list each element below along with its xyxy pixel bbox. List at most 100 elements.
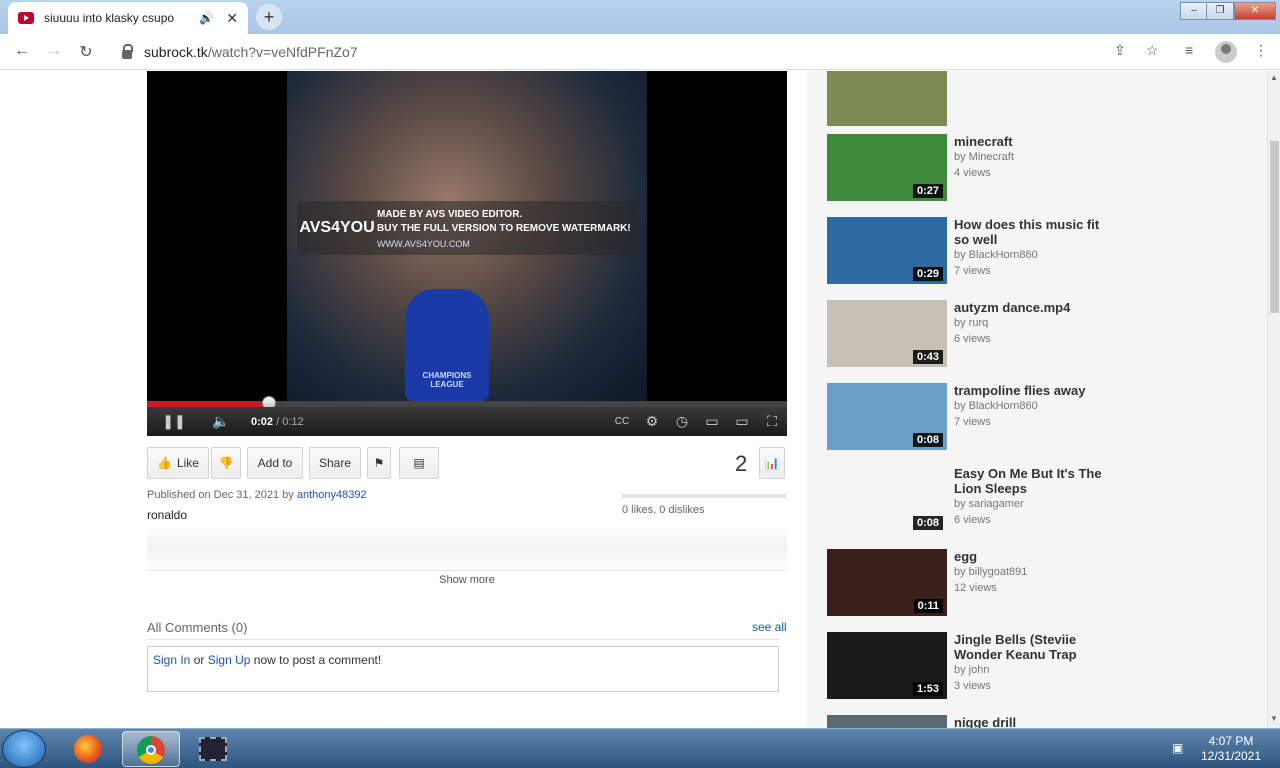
captions-icon[interactable]: CC <box>607 416 637 427</box>
share-button[interactable]: Share <box>309 447 361 479</box>
video-thumbnail[interactable] <box>827 715 947 728</box>
related-video-title[interactable]: minecraft <box>954 134 1114 149</box>
related-video-author: by billygoat891 <box>954 566 1028 578</box>
related-video-item[interactable]: 0:11 egg by billygoat891 12 views <box>827 549 1227 619</box>
like-label: Like <box>176 456 199 470</box>
player-controls: ❚❚ 🔈 0:02 / 0:12 CC ⚙ ◷ ▭ ▭ ⛶ <box>147 407 787 436</box>
profile-avatar[interactable] <box>1215 41 1237 63</box>
firefox-icon <box>74 735 102 763</box>
video-thumbnail[interactable]: videos <box>827 71 947 126</box>
video-thumbnail[interactable]: 0:29 <box>827 217 947 284</box>
video-frame[interactable]: CHAMPIONS LEAGUE AVS4YOU MADE BY AVS VID… <box>287 71 647 401</box>
new-tab-button[interactable]: + <box>256 4 282 30</box>
related-video-item[interactable]: 0:27 minecraft by Minecraft 4 views <box>827 134 1227 204</box>
see-all-link[interactable]: see all <box>752 620 787 634</box>
video-thumbnail[interactable]: 0:43 <box>827 300 947 367</box>
video-thumbnail[interactable]: 0:11 <box>827 549 947 616</box>
pause-icon[interactable]: ❚❚ <box>147 413 201 430</box>
related-video-title[interactable]: Cool videos <box>954 71 1114 74</box>
url-path: /watch?v=veNfdPFnZo7 <box>207 44 358 60</box>
likes-dislikes-count: 0 likes, 0 dislikes <box>622 504 705 516</box>
volume-icon[interactable]: 🔈 <box>201 413 241 430</box>
author-link[interactable]: anthony48392 <box>297 489 367 501</box>
network-icon[interactable]: ▣ <box>1172 741 1183 755</box>
related-video-views: 6 views <box>954 514 991 526</box>
watermark-url: WWW.AVS4YOU.COM <box>377 238 470 249</box>
video-thumbnail[interactable]: 0:27 <box>827 134 947 201</box>
related-video-item[interactable]: 0:43 autyzm dance.mp4 by rurq 6 views <box>827 300 1227 370</box>
start-button[interactable] <box>2 730 46 768</box>
watermark-line2: BUY THE FULL VERSION TO REMOVE WATERMARK… <box>377 222 631 234</box>
related-video-item[interactable]: 0:08 Easy On Me But It's The Lion Sleeps b… <box>827 466 1227 536</box>
small-player-icon[interactable]: ▭ <box>697 413 727 430</box>
tab-close-icon[interactable]: ✕ <box>226 10 238 27</box>
stats-button[interactable]: 📊 <box>759 447 785 479</box>
related-video-item[interactable]: 0:29 How does this music fit so well by Bl… <box>827 217 1227 287</box>
page-content: CHAMPIONS LEAGUE AVS4YOU MADE BY AVS VID… <box>0 71 1280 728</box>
settings-gear-icon[interactable]: ⚙ <box>637 413 667 430</box>
comments-header: All Comments (0) <box>147 620 248 635</box>
watch-later-clock-icon[interactable]: ◷ <box>667 413 697 430</box>
related-video-item[interactable]: videos Cool videos <box>827 71 1227 129</box>
related-videos-sidebar: videos Cool videos 0:27 minecraft by Minecra… <box>807 71 1267 728</box>
taskbar-firefox[interactable] <box>60 731 118 767</box>
related-video-item[interactable]: 1:53 Jingle Bells (Steviie Wonder Keanu T… <box>827 632 1227 702</box>
scrollbar-thumb[interactable] <box>1270 141 1279 313</box>
related-video-title[interactable]: egg <box>954 549 1114 564</box>
or-text: or <box>193 653 205 667</box>
minimize-button[interactable]: – <box>1180 2 1208 20</box>
taskbar-chrome[interactable] <box>122 731 180 767</box>
add-to-button[interactable]: Add to <box>247 447 303 479</box>
related-video-views: 4 views <box>954 167 991 179</box>
related-video-item[interactable]: 0:08 trampoline flies away by BlackHorn860… <box>827 383 1227 453</box>
system-clock[interactable]: 4:07 PM 12/31/2021 <box>1196 734 1266 764</box>
video-duration: 0:11 <box>913 599 943 613</box>
fullscreen-icon[interactable]: ⛶ <box>757 413 787 430</box>
scroll-down-arrow-icon[interactable]: ▼ <box>1268 714 1280 723</box>
video-thumbnail[interactable]: 1:53 <box>827 632 947 699</box>
description-fade <box>147 526 787 570</box>
browser-toolbar: ← → ↻ subrock.tk/watch?v=veNfdPFnZo7 ⇪ ☆… <box>0 34 1280 70</box>
video-thumbnail[interactable]: 0:08 <box>827 466 947 533</box>
page-scrollbar[interactable]: ▲ ▼ <box>1267 71 1280 728</box>
tab-audio-icon[interactable]: 🔊 <box>199 11 214 25</box>
taskbar-video-editor[interactable] <box>184 731 242 767</box>
related-video-views: 3 views <box>954 680 991 692</box>
dislike-button[interactable]: 👎 <box>211 447 241 479</box>
related-video-title[interactable]: Easy On Me But It's The Lion Sleeps <box>954 466 1114 496</box>
large-player-icon[interactable]: ▭ <box>727 413 757 430</box>
show-more-button[interactable]: Show more <box>147 574 787 586</box>
browser-titlebar: siuuuu into klasky csupo 🔊 ✕ + – ❐ ✕ <box>0 0 1280 34</box>
share-page-icon[interactable]: ⇪ <box>1114 42 1126 59</box>
sign-up-link[interactable]: Sign Up <box>208 653 251 667</box>
video-thumbnail[interactable]: 0:08 <box>827 383 947 450</box>
comment-prompt-box: Sign In or Sign Up now to post a comment… <box>147 646 779 692</box>
stats-icon: 📊 <box>764 456 780 470</box>
flag-button[interactable]: ⚑ <box>367 447 391 479</box>
reload-icon[interactable]: ↻ <box>70 42 102 62</box>
media-queue-icon[interactable]: ≡ <box>1185 42 1193 58</box>
video-player[interactable]: CHAMPIONS LEAGUE AVS4YOU MADE BY AVS VID… <box>147 71 787 436</box>
transcript-button[interactable]: ▤ <box>399 447 439 479</box>
back-icon[interactable]: ← <box>6 42 38 60</box>
bookmark-star-icon[interactable]: ☆ <box>1146 42 1159 59</box>
forward-icon[interactable]: → <box>38 42 70 60</box>
related-video-item[interactable]: nigge drill <box>827 715 1227 728</box>
address-bar[interactable]: subrock.tk/watch?v=veNfdPFnZo7 <box>110 38 1270 66</box>
scroll-up-arrow-icon[interactable]: ▲ <box>1268 73 1280 82</box>
like-button[interactable]: 👍 Like <box>147 447 209 479</box>
action-bar: 👍 Like 👎 Add to Share ⚑ ▤ 2 📊 <box>147 447 787 479</box>
related-video-title[interactable]: Jingle Bells (Steviie Wonder Keanu Trap <box>954 632 1114 662</box>
related-video-views: 7 views <box>954 416 991 428</box>
related-video-title[interactable]: How does this music fit so well <box>954 217 1114 247</box>
related-video-title[interactable]: trampoline flies away <box>954 383 1114 398</box>
add-to-label: Add to <box>257 456 293 470</box>
browser-tab[interactable]: siuuuu into klasky csupo 🔊 ✕ <box>8 2 248 34</box>
related-video-title[interactable]: nigge drill <box>954 715 1114 728</box>
video-duration: 0:43 <box>912 350 943 364</box>
window-close-button[interactable]: ✕ <box>1234 2 1276 20</box>
sign-in-link[interactable]: Sign In <box>153 653 190 667</box>
maximize-button[interactable]: ❐ <box>1206 2 1234 20</box>
menu-kebab-icon[interactable]: ⋮ <box>1254 42 1268 59</box>
related-video-title[interactable]: autyzm dance.mp4 <box>954 300 1114 315</box>
